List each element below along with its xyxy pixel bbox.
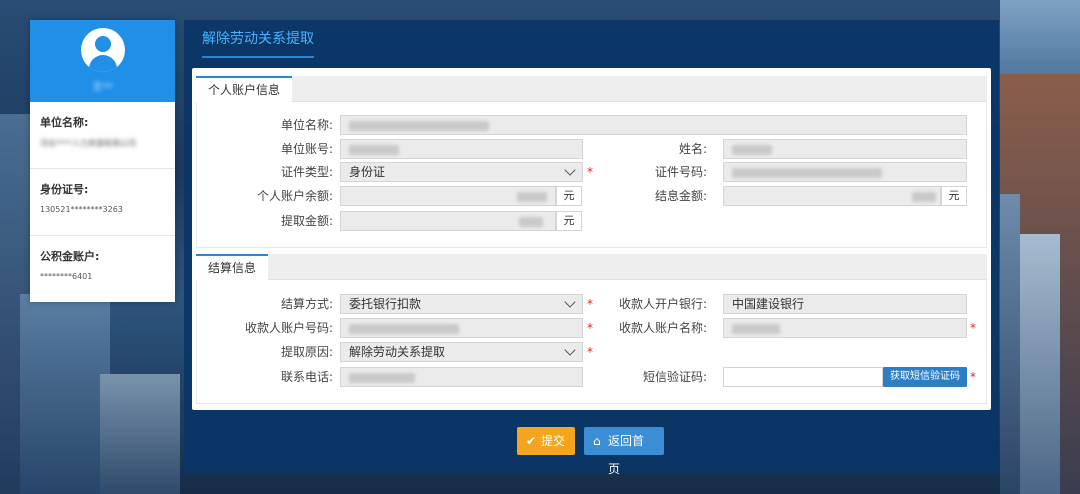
user-header: 王** bbox=[30, 20, 175, 102]
name-field bbox=[723, 139, 967, 159]
tab-personal-info[interactable]: 个人账户信息 bbox=[196, 76, 293, 102]
phone-field[interactable] bbox=[340, 367, 583, 387]
interest-label: 结息金额: bbox=[654, 189, 707, 203]
back-home-button[interactable]: ⌂ 返回首页 bbox=[584, 427, 664, 476]
required-mark: * bbox=[587, 297, 593, 311]
withdraw-field bbox=[340, 211, 556, 231]
settlement-section-header: 结算信息 bbox=[196, 254, 987, 280]
user-field-fund-account: 公积金账户: ********6401 bbox=[40, 250, 100, 281]
method-label: 结算方式: bbox=[280, 297, 333, 311]
id-type-value: 身份证 bbox=[349, 165, 386, 179]
page-title: 解除劳动关系提取 bbox=[202, 28, 314, 58]
user-info-card: 王** 单位名称: 河北****人力资源有限公司 身份证号: 130521***… bbox=[30, 20, 175, 302]
account-name-label: 收款人账户名称: bbox=[618, 321, 707, 335]
home-icon: ⌂ bbox=[593, 434, 601, 448]
phone-label: 联系电话: bbox=[280, 370, 333, 384]
required-mark: * bbox=[970, 370, 976, 384]
interest-field bbox=[723, 186, 941, 206]
bank-field: 中国建设银行 bbox=[723, 294, 967, 314]
check-icon: ✔ bbox=[526, 434, 537, 448]
chevron-down-icon bbox=[564, 296, 576, 308]
submit-button[interactable]: ✔ 提交 bbox=[517, 427, 575, 455]
settlement-section: 结算方式: 委托银行扣款 * 收款人开户银行: 中国建设银行 收款人账户号码: … bbox=[196, 280, 987, 404]
id-number-label: 证件号码: bbox=[654, 165, 707, 179]
main-panel: 解除劳动关系提取 个人账户信息 单位名称: 单位账号: 姓名: 证件类型: 身份… bbox=[184, 20, 999, 476]
required-mark: * bbox=[587, 321, 593, 335]
name-label: 姓名: bbox=[678, 142, 707, 156]
required-mark: * bbox=[970, 321, 976, 335]
method-select[interactable]: 委托银行扣款 bbox=[340, 294, 583, 314]
id-number-field bbox=[723, 162, 967, 182]
bank-label: 收款人开户银行: bbox=[618, 297, 707, 311]
user-field-id: 身份证号: 130521********3263 bbox=[30, 169, 175, 236]
chevron-down-icon bbox=[564, 164, 576, 176]
personal-section: 单位名称: 单位账号: 姓名: 证件类型: 身份证 * 证件号码: 个人账户余额… bbox=[196, 102, 987, 248]
sms-code-input[interactable] bbox=[723, 367, 883, 387]
withdraw-label: 提取金额: bbox=[280, 214, 333, 228]
unit-name-field bbox=[340, 115, 967, 135]
interest-unit: 元 bbox=[941, 186, 967, 206]
balance-unit: 元 bbox=[556, 186, 582, 206]
account-no-label: 收款人账户号码: bbox=[244, 321, 333, 335]
tab-settlement-info[interactable]: 结算信息 bbox=[196, 254, 269, 280]
id-type-label: 证件类型: bbox=[280, 165, 333, 179]
chevron-down-icon bbox=[564, 344, 576, 356]
sms-label: 短信验证码: bbox=[642, 370, 707, 384]
avatar-icon bbox=[80, 28, 125, 72]
required-mark: * bbox=[587, 345, 593, 359]
reason-value: 解除劳动关系提取 bbox=[349, 345, 446, 359]
account-name-field[interactable] bbox=[723, 318, 967, 338]
user-field-unit: 单位名称: 河北****人力资源有限公司 bbox=[30, 102, 175, 169]
form-container: 个人账户信息 单位名称: 单位账号: 姓名: 证件类型: 身份证 * 证件号码: bbox=[192, 68, 991, 410]
reason-select[interactable]: 解除劳动关系提取 bbox=[340, 342, 583, 362]
unit-account-field bbox=[340, 139, 583, 159]
account-no-field[interactable] bbox=[340, 318, 583, 338]
balance-field bbox=[340, 186, 556, 206]
reason-label: 提取原因: bbox=[280, 345, 333, 359]
unit-name-label: 单位名称: bbox=[280, 118, 333, 132]
user-name: 王** bbox=[92, 82, 113, 93]
unit-account-label: 单位账号: bbox=[280, 142, 333, 156]
required-mark: * bbox=[587, 165, 593, 179]
method-value: 委托银行扣款 bbox=[349, 297, 422, 311]
balance-label: 个人账户余额: bbox=[256, 189, 333, 203]
get-sms-code-button[interactable]: 获取短信验证码 bbox=[883, 367, 967, 387]
withdraw-unit: 元 bbox=[556, 211, 582, 231]
personal-section-header: 个人账户信息 bbox=[196, 76, 987, 102]
id-type-select[interactable]: 身份证 bbox=[340, 162, 583, 182]
